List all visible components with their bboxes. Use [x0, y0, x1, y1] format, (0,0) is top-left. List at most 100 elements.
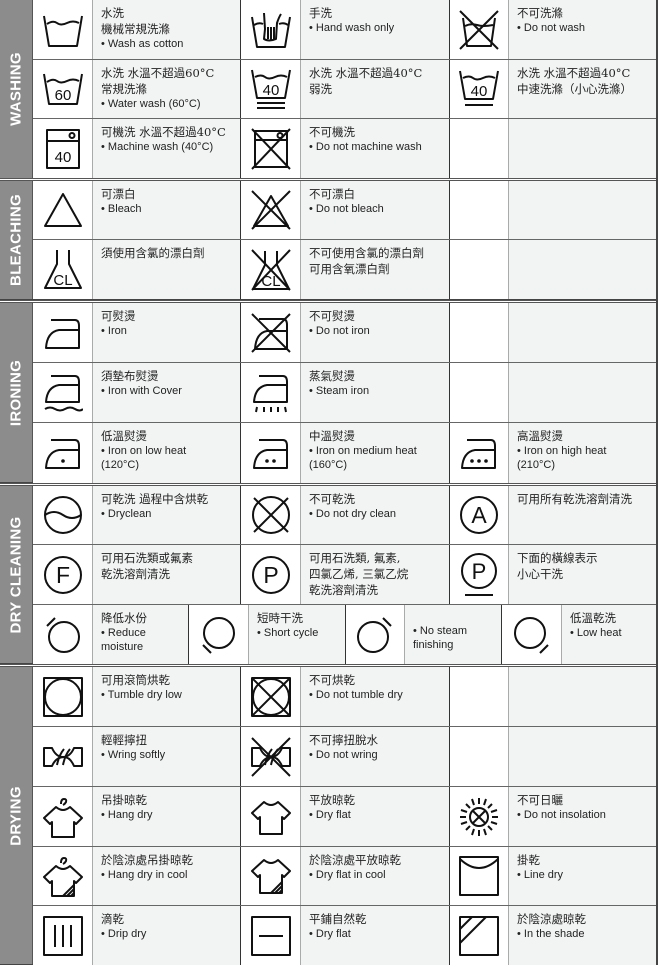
- dry-flat-square-icon: [241, 906, 301, 965]
- section-label-ironing: IRONING: [0, 303, 33, 482]
- label-zh: 不可烘乾: [309, 673, 355, 687]
- heat-dot: [477, 459, 481, 463]
- care-label-text: • No steam finishing: [405, 605, 502, 664]
- table-row: 60 水洗 水溫不超過60°C 常規洗滌 • Water wash (60°C)…: [33, 60, 656, 119]
- label-zh: 低溫熨燙: [101, 429, 147, 443]
- section-title: WASHING: [7, 52, 25, 126]
- label-en: • Reduce moisture: [101, 627, 146, 653]
- label-zh: 須墊布熨燙: [101, 369, 159, 383]
- label-en: • Do not machine wash: [309, 141, 422, 153]
- label-en: • Hang dry in cool: [101, 869, 188, 881]
- wash-40-very-gentle-icon: 40: [241, 60, 301, 118]
- care-label-text: 不可機洗 • Do not machine wash: [301, 119, 450, 178]
- label-zh: 可熨燙: [101, 309, 136, 323]
- care-label-text: 於陰涼處晾乾 • In the shade: [509, 906, 656, 965]
- label-zh: 掛乾: [517, 853, 540, 867]
- label-zh: 不可乾洗: [309, 492, 355, 506]
- care-label-text: 水洗 水溫不超過40°C 弱洗: [301, 60, 450, 118]
- label-zh: 不可洗滌: [517, 6, 563, 20]
- steam-iron-icon: [241, 363, 301, 422]
- section-label-drying: DRYING: [0, 667, 33, 964]
- care-label-text: 低溫熨燙 • Iron on low heat (120°C): [93, 423, 241, 483]
- care-label-text: 於陰涼處平放晾乾 • Dry flat in cool: [301, 847, 450, 905]
- care-label-text: 可用所有乾洗溶劑清洗: [509, 486, 656, 544]
- care-label-text: 不可熨燙 • Do not iron: [301, 303, 450, 362]
- label-zh: 不可漂白: [309, 187, 355, 201]
- label-en: • Wash as cotton: [101, 38, 184, 50]
- dry-flat-shade-icon: [241, 847, 301, 905]
- label-en: • Low heat: [570, 627, 622, 639]
- heat-dot: [271, 459, 276, 463]
- no-chlorine-bleach-icon: CL: [241, 240, 301, 299]
- do-not-bleach-icon: [241, 181, 301, 239]
- short-cycle-icon: [189, 605, 249, 664]
- label-en: • Tumble dry low: [101, 689, 182, 701]
- section-drying: DRYING 可用滾筒烘乾 • Tumble dry low 不可烘乾 • Do…: [0, 664, 658, 965]
- table-row: 低溫熨燙 • Iron on low heat (120°C) 中溫熨燙 • I…: [33, 423, 656, 483]
- care-label-text: 手洗 • Hand wash only: [301, 0, 450, 59]
- label-zh: 高溫熨燙: [517, 429, 563, 443]
- section-label-washing: WASHING: [0, 0, 33, 178]
- care-label-text: 低溫乾洗 • Low heat: [562, 605, 656, 664]
- label-en: • Dryclean: [101, 508, 152, 520]
- section-title: DRYING: [7, 785, 25, 846]
- care-label-text: 水洗 水溫不超過60°C 常規洗滌 • Water wash (60°C): [93, 60, 241, 118]
- section-title: DRY CLEANING: [7, 516, 25, 633]
- dryclean-p-icon: P: [241, 545, 301, 604]
- care-label-text: 水洗 水溫不超過40°C 中速洗滌（小心洗滌）: [509, 60, 656, 118]
- empty-icon-cell: [450, 727, 509, 786]
- icon-label: 40: [262, 82, 279, 99]
- care-label-text: 降低水份 • Reduce moisture: [93, 605, 189, 664]
- do-not-tumble-dry-icon: [241, 667, 301, 726]
- label-zh: 不可使用含氯的漂白劑 可用含氧漂白劑: [309, 246, 424, 276]
- icon-label: P: [472, 559, 487, 584]
- hand-wash-icon: [241, 0, 301, 59]
- label-zh: 於陰涼處平放晾乾: [309, 853, 401, 867]
- label-en: • Do not wring: [309, 749, 378, 761]
- care-label-text: 可乾洗 過程中含烘乾 • Dryclean: [93, 486, 241, 544]
- empty-icon-cell: [450, 240, 509, 299]
- empty-text-cell: [509, 727, 656, 786]
- care-label-text: 不可日曬 • Do not insolation: [509, 787, 656, 846]
- label-zh: 可用石洗類或氟素 乾洗溶劑清洗: [101, 551, 193, 581]
- label-en: • Iron with Cover: [101, 385, 182, 397]
- label-en: • Wring softly: [101, 749, 166, 761]
- label-zh: 可用滾筒烘乾: [101, 673, 170, 687]
- no-steam-finishing-icon: [346, 605, 405, 664]
- do-not-wring-icon: [241, 727, 301, 786]
- care-label-text: 可熨燙 • Iron: [93, 303, 241, 362]
- label-zh: 不可機洗: [309, 125, 355, 139]
- label-zh: 不可熨燙: [309, 309, 355, 323]
- label-zh: 短時干洗: [257, 611, 303, 625]
- wring-icon: [33, 727, 93, 786]
- section-bleaching: BLEACHING 可漂白 • Bleach 不可漂白 • Do not ble…: [0, 178, 658, 300]
- line-dry-icon: [450, 847, 509, 905]
- table-row: 滴乾 • Drip dry 平鋪自然乾 • Dry flat 於陰涼處晾乾 • …: [33, 906, 656, 965]
- label-zh: 滴乾: [101, 912, 124, 926]
- iron-medium-heat-icon: [241, 423, 301, 483]
- label-en: • Do not bleach: [309, 203, 384, 215]
- hang-dry-icon: [33, 787, 93, 846]
- wash-tub-icon: [33, 0, 93, 59]
- care-label-text: 吊掛晾乾 • Hang dry: [93, 787, 241, 846]
- empty-text-cell: [509, 240, 656, 299]
- dryclean-p-gentle-icon: P: [450, 545, 509, 604]
- label-en: • No steam finishing: [413, 625, 467, 651]
- table-row: 可乾洗 過程中含烘乾 • Dryclean 不可乾洗 • Do not dry …: [33, 486, 656, 545]
- care-label-text: 可漂白 • Bleach: [93, 181, 241, 239]
- section-title: BLEACHING: [7, 194, 25, 286]
- care-label-text: 須使用含氯的漂白劑: [93, 240, 241, 299]
- icon-label: A: [471, 502, 487, 528]
- label-zh: 平放晾乾: [309, 793, 355, 807]
- label-zh: 降低水份: [101, 611, 147, 625]
- label-zh: 於陰涼處晾乾: [517, 912, 586, 926]
- icon-label: CL: [261, 273, 280, 290]
- wash-60-icon: 60: [33, 60, 93, 118]
- section-dry-cleaning: DRY CLEANING 可乾洗 過程中含烘乾 • Dryclean 不可乾洗 …: [0, 483, 658, 664]
- label-zh: 不可擰扭脫水: [309, 733, 378, 747]
- empty-icon-cell: [450, 667, 509, 726]
- care-label-text: 高溫熨燙 • Iron on high heat (210°C): [509, 423, 656, 483]
- care-label-text: 可用石洗類, 氟素, 四氯乙烯, 三氯乙烷 乾洗溶劑清洗: [301, 545, 450, 604]
- care-label-text: 中溫熨燙 • Iron on medium heat (160°C): [301, 423, 450, 483]
- label-zh: 於陰涼處吊掛晾乾: [101, 853, 193, 867]
